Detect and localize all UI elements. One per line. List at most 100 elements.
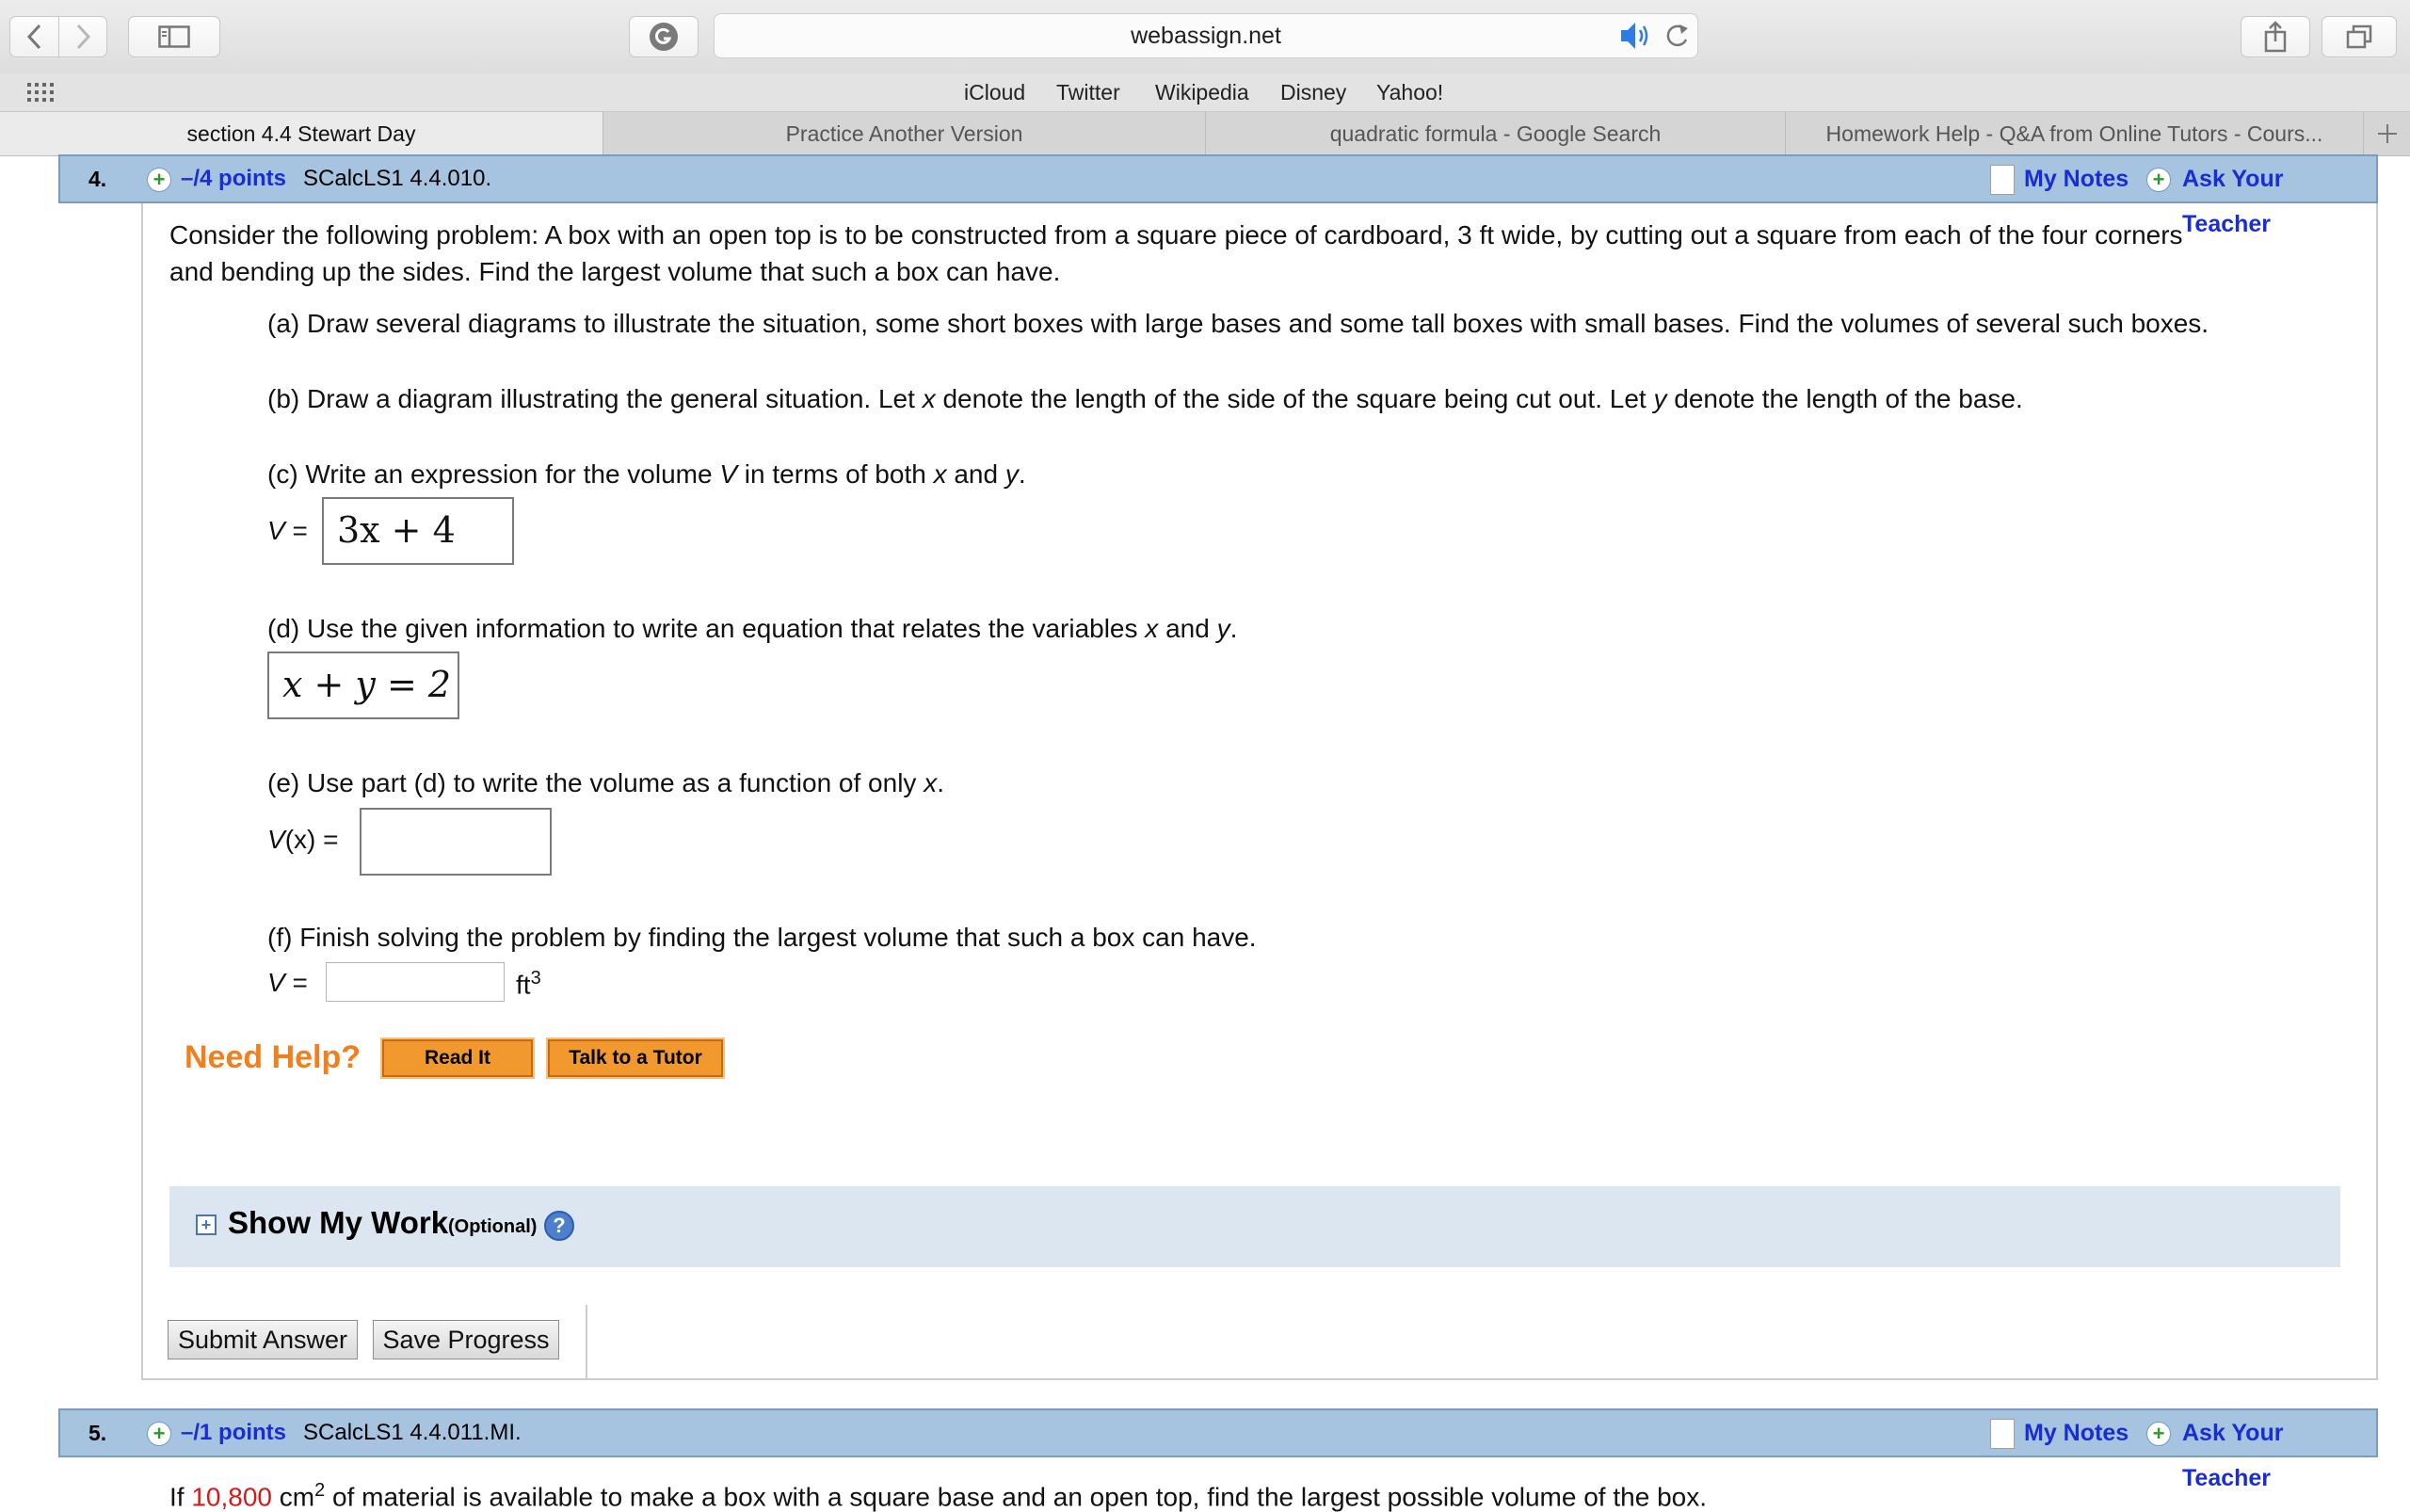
part-e-label: V(x) = (267, 825, 338, 855)
part-c-text: (c) Write an expression for the volume V… (267, 459, 1026, 490)
forward-button[interactable] (58, 16, 107, 57)
my-notes-link[interactable]: My Notes (2024, 156, 2129, 201)
favorite-icloud[interactable]: iCloud (964, 73, 1025, 111)
points-link[interactable]: –/4 points (181, 156, 286, 201)
part-c-seg: in terms of both (737, 459, 934, 489)
tab-quadratic-formula[interactable]: quadratic formula - Google Search (1205, 112, 1785, 155)
tab-practice-another-version[interactable]: Practice Another Version (602, 112, 1205, 155)
question-5-header: 5. + –/1 points SCalcLS1 4.4.011.MI. My … (58, 1408, 2378, 1491)
q5-seg: of material is available to make a box w… (325, 1482, 1707, 1512)
unit-ft: ft (516, 970, 531, 1000)
part-c-answer-field[interactable]: 3x + 4 (322, 497, 514, 565)
address-bar[interactable]: webassign.net (714, 13, 1698, 58)
ask-teacher-plus-icon[interactable]: + (2146, 168, 2171, 192)
part-d-answer-field[interactable]: x + y = 2 (267, 651, 459, 719)
grammarly-icon (650, 23, 678, 51)
unit-label: ft3 (516, 968, 541, 1000)
share-button[interactable] (2241, 16, 2310, 57)
tab-label: section 4.4 Stewart Day (186, 121, 416, 146)
var-V: V (267, 968, 285, 997)
speaker-icon[interactable] (1617, 8, 1655, 64)
tabs-overview-button[interactable] (2322, 16, 2397, 57)
part-e-answer-field[interactable] (360, 808, 552, 876)
function-arg: (x) = (284, 825, 339, 854)
part-b-seg: denote the length of the side of the squ… (935, 384, 1654, 413)
back-button[interactable] (9, 16, 58, 57)
equals-sign: = (284, 516, 308, 545)
problem-intro-line-1: Consider the following problem: A box wi… (169, 220, 2183, 249)
tab-homework-help[interactable]: Homework Help - Q&A from Online Tutors -… (1785, 112, 2363, 155)
part-e-seg: (e) Use part (d) to write the volume as … (267, 768, 924, 797)
ask-your-teacher-link[interactable]: Ask Your Teacher (2182, 1410, 2376, 1501)
material-amount: 10,800 (191, 1482, 272, 1512)
browser-toolbar: webassign.net (0, 0, 2410, 73)
tabs-overview-icon (2346, 24, 2372, 49)
save-progress-button[interactable]: Save Progress (373, 1320, 559, 1359)
var-V: V (719, 459, 738, 489)
part-f-text: (f) Finish solving the problem by findin… (267, 923, 1257, 952)
notes-icon[interactable] (1990, 165, 2015, 195)
expand-points-icon[interactable]: + (147, 1422, 171, 1446)
notes-icon[interactable] (1990, 1419, 2015, 1449)
part-a-text: (a) Draw several diagrams to illustrate … (267, 309, 2209, 338)
equals-sign: = (284, 968, 308, 997)
unit-exponent: 3 (530, 968, 541, 989)
plus-icon (2378, 124, 2397, 143)
part-c-seg: and (946, 459, 1005, 489)
var-y: y (1653, 384, 1667, 413)
address-url: webassign.net (1131, 23, 1281, 49)
ask-your-teacher-link[interactable]: Ask Your Teacher (2182, 156, 2376, 247)
var-y: y (1004, 459, 1019, 489)
part-e-seg: . (937, 768, 944, 797)
question-number: 5. (88, 1421, 107, 1445)
grid-icon[interactable] (26, 81, 58, 104)
sidebar-button[interactable] (128, 16, 220, 57)
chevron-right-icon (76, 24, 91, 50)
expand-icon[interactable]: + (196, 1214, 217, 1235)
reload-icon[interactable] (1661, 9, 1693, 62)
share-icon (2264, 21, 2287, 53)
show-my-work-panel[interactable]: + Show My Work (Optional) ? (169, 1186, 2340, 1267)
favorite-twitter[interactable]: Twitter (1056, 73, 1120, 111)
extension-button[interactable] (629, 16, 699, 57)
part-b-text: (b) Draw a diagram illustrating the gene… (267, 384, 2023, 414)
var-x: x (922, 384, 936, 413)
part-d-seg: and (1158, 614, 1217, 643)
tab-label: Practice Another Version (785, 121, 1023, 146)
problem-intro-line-2: and bending up the sides. Find the large… (169, 257, 1061, 286)
question-4-header: 4. + –/4 points SCalcLS1 4.4.010. My Not… (58, 154, 2378, 237)
talk-to-tutor-button[interactable]: Talk to a Tutor (546, 1037, 725, 1079)
var-x: x (1145, 614, 1159, 643)
tab-section-4-4[interactable]: section 4.4 Stewart Day (0, 112, 602, 155)
part-d-text: (d) Use the given information to write a… (267, 614, 1237, 644)
part-c-seg: . (1018, 459, 1026, 489)
submit-answer-button[interactable]: Submit Answer (168, 1320, 358, 1359)
favorite-yahoo[interactable]: Yahoo! (1376, 73, 1443, 111)
read-it-button[interactable]: Read It (380, 1037, 535, 1079)
part-b-seg: (b) Draw a diagram illustrating the gene… (267, 384, 923, 413)
q5-unit: cm (271, 1482, 315, 1512)
favorite-wikipedia[interactable]: Wikipedia (1155, 73, 1249, 111)
question-number: 4. (88, 167, 107, 191)
need-help-label: Need Help? (185, 1039, 362, 1075)
var-V: V (267, 825, 285, 854)
my-notes-link[interactable]: My Notes (2024, 1410, 2129, 1456)
sidebar-icon (158, 25, 190, 48)
favorite-disney[interactable]: Disney (1280, 73, 1346, 111)
part-d-seg: (d) Use the given information to write a… (267, 614, 1146, 643)
var-x: x (933, 459, 947, 489)
new-tab-button[interactable] (2363, 112, 2410, 155)
show-my-work-title[interactable]: Show My Work (228, 1205, 448, 1241)
question-5-text: If 10,800 cm2 of material is available t… (169, 1480, 1707, 1512)
question-id: SCalcLS1 4.4.010. (303, 166, 492, 191)
part-c-seg: (c) Write an expression for the volume (267, 459, 720, 489)
tab-label: quadratic formula - Google Search (1329, 121, 1662, 146)
help-icon[interactable]: ? (544, 1211, 574, 1241)
part-f-label: V = (267, 968, 308, 998)
q5-seg: If (169, 1482, 192, 1512)
ask-teacher-plus-icon[interactable]: + (2146, 1422, 2171, 1446)
part-f-answer-field[interactable] (326, 962, 505, 1002)
points-link[interactable]: –/1 points (181, 1410, 286, 1456)
expand-points-icon[interactable]: + (147, 168, 171, 192)
part-c-label: V = (267, 516, 308, 546)
